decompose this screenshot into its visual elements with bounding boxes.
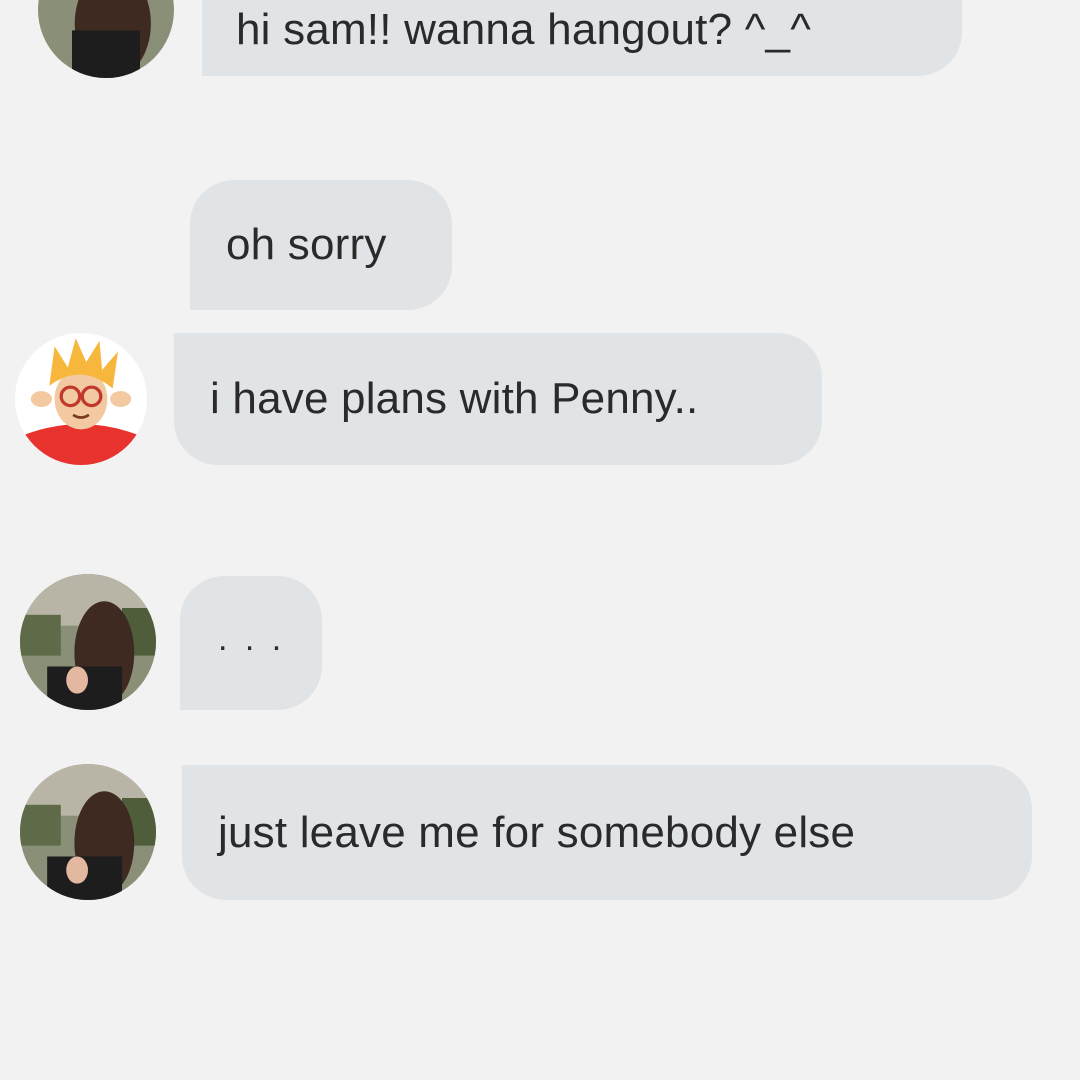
- message-bubble[interactable]: hi sam!! wanna hangout? ^_^: [202, 0, 962, 76]
- message-bubble[interactable]: oh sorry: [190, 180, 452, 310]
- avatar-cartoon-sam[interactable]: [15, 333, 147, 465]
- photo-avatar-icon: [20, 574, 156, 710]
- message-text: oh sorry: [226, 220, 387, 269]
- message-text: . . .: [218, 619, 286, 658]
- message-bubble[interactable]: . . .: [180, 576, 322, 710]
- avatar-photo-girl[interactable]: [20, 574, 156, 710]
- message-text: hi sam!! wanna hangout? ^_^: [236, 5, 812, 54]
- message-text: just leave me for somebody else: [218, 807, 856, 857]
- message-bubble[interactable]: just leave me for somebody else: [182, 765, 1032, 900]
- photo-avatar-icon: [38, 0, 174, 78]
- avatar-photo-girl[interactable]: [38, 0, 174, 78]
- message-text: i have plans with Penny..: [210, 374, 699, 423]
- photo-avatar-icon: [20, 764, 156, 900]
- cartoon-avatar-icon: [15, 333, 147, 465]
- message-row: hi sam!! wanna hangout? ^_^: [0, 0, 1080, 80]
- avatar-photo-girl[interactable]: [20, 764, 156, 900]
- message-bubble[interactable]: i have plans with Penny..: [174, 333, 822, 465]
